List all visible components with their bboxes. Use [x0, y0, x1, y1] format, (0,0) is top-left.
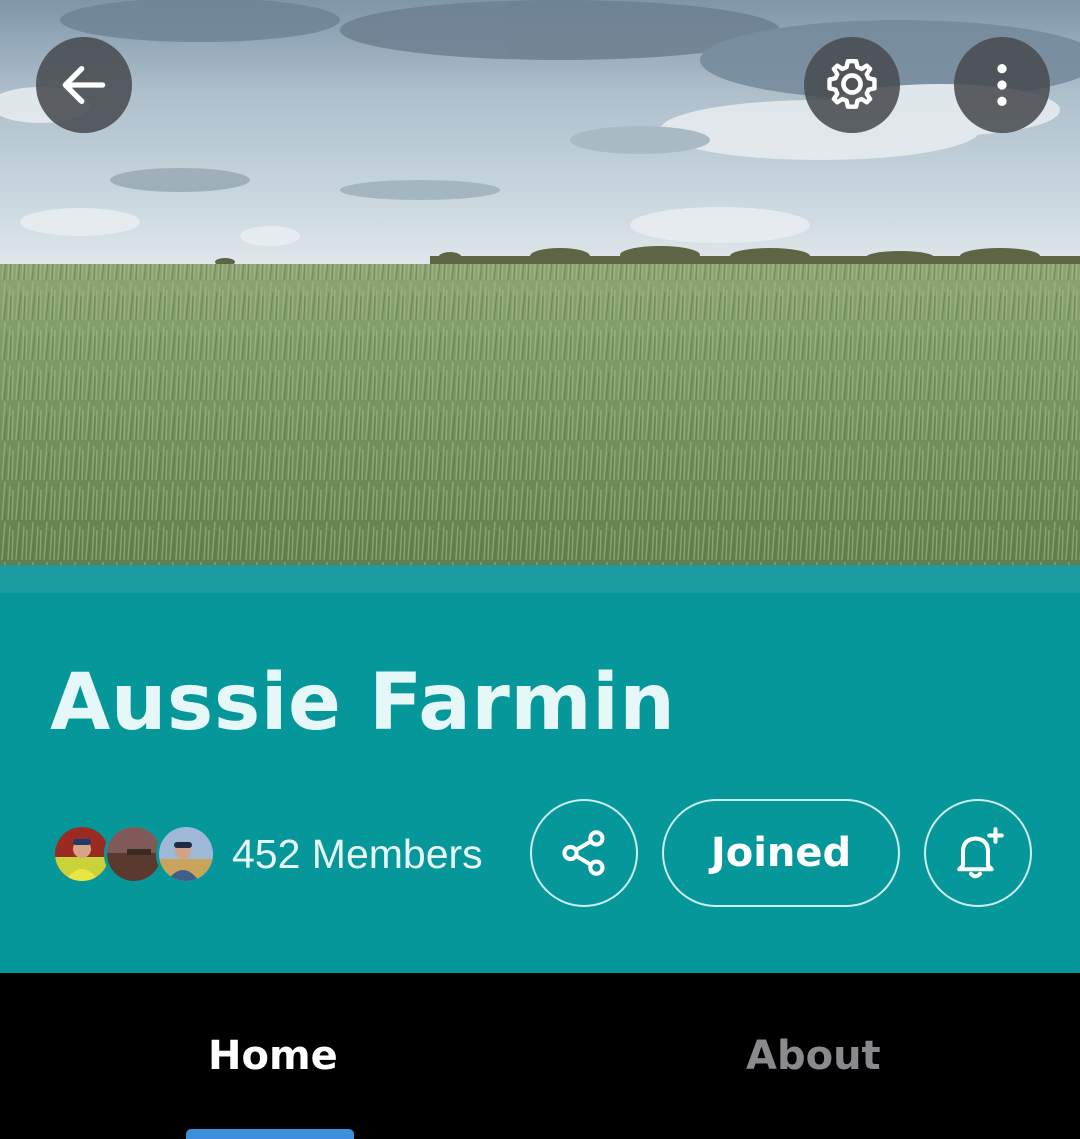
cover-photo	[0, 0, 1080, 565]
bell-plus-icon	[957, 827, 1004, 879]
more-options-button[interactable]	[954, 37, 1050, 133]
share-button[interactable]	[530, 799, 638, 907]
group-header: Aussie Farmin 452 Members Joined	[0, 565, 1080, 973]
share-icon	[562, 830, 605, 876]
joined-button[interactable]: Joined	[662, 799, 900, 907]
member-avatar	[156, 824, 216, 884]
member-avatar	[52, 824, 112, 884]
member-count: 452 Members	[232, 830, 483, 877]
more-vertical-icon	[997, 64, 1007, 106]
members-summary[interactable]: 452 Members	[52, 823, 483, 885]
wheat-field-image	[0, 0, 1080, 565]
tab-bar: Home About	[0, 973, 1080, 1139]
gear-icon	[827, 59, 877, 109]
tab-home[interactable]: Home	[208, 1033, 338, 1079]
notifications-button[interactable]	[924, 799, 1032, 907]
arrow-left-icon	[62, 65, 106, 105]
back-button[interactable]	[36, 37, 132, 133]
settings-button[interactable]	[804, 37, 900, 133]
tab-about[interactable]: About	[746, 1033, 881, 1079]
band-divider	[0, 565, 1080, 593]
active-tab-indicator	[186, 1129, 354, 1139]
member-avatar	[104, 824, 164, 884]
group-title: Aussie Farmin	[50, 658, 676, 748]
